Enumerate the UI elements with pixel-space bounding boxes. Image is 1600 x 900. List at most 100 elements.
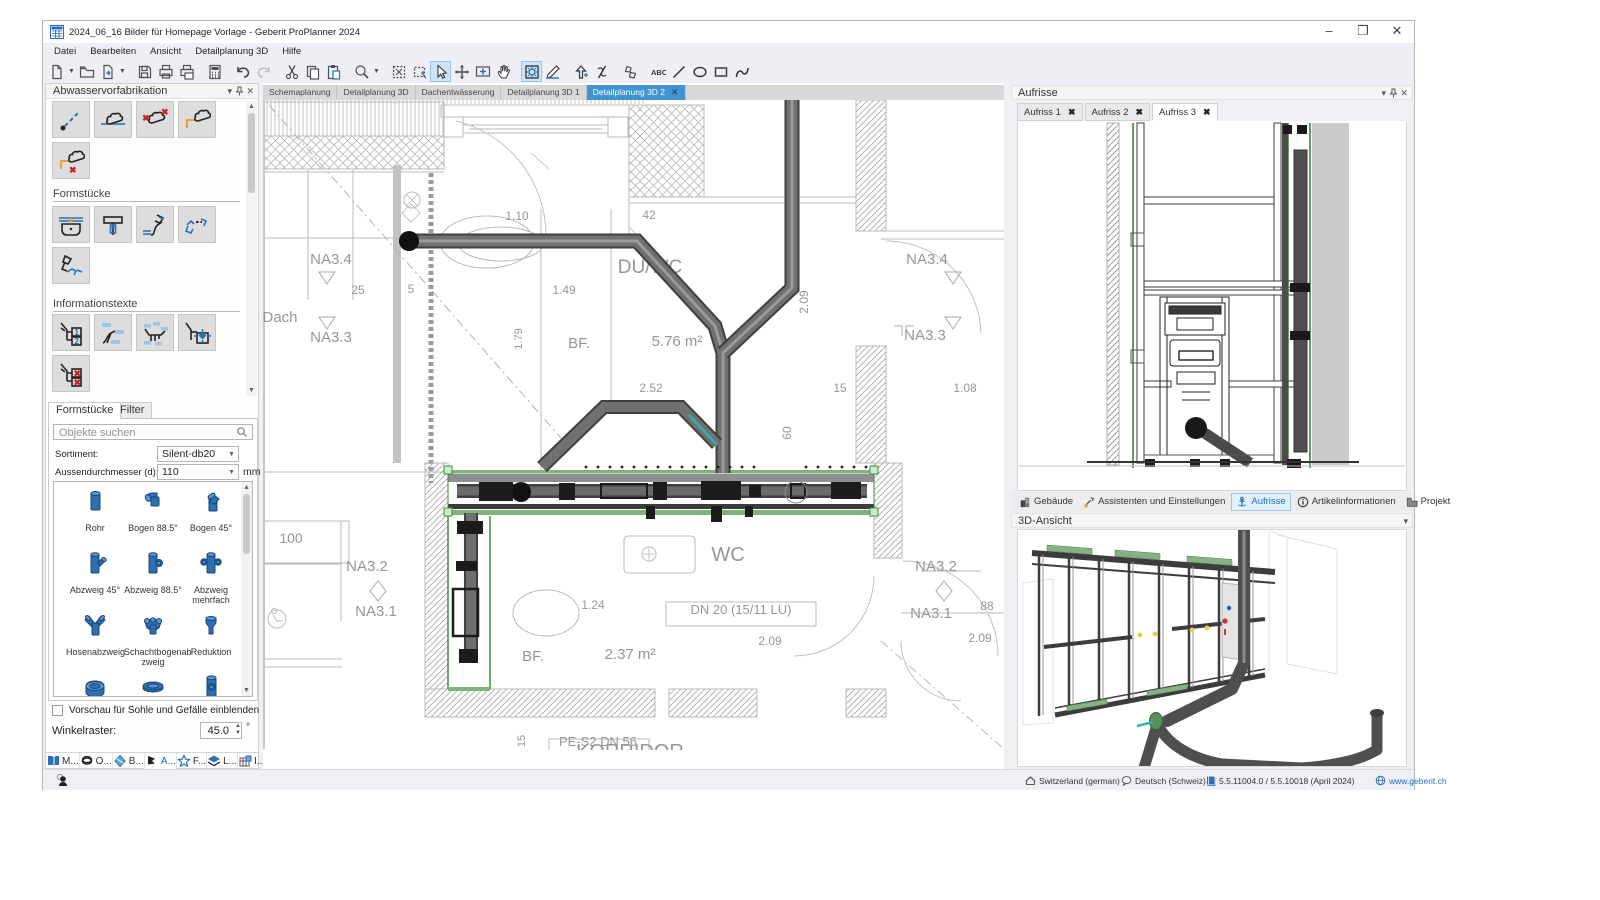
palette-tab-I[interactable]: I... [238, 753, 266, 769]
arc-button[interactable] [731, 61, 752, 82]
ellipse-button[interactable] [689, 61, 710, 82]
calculator-button[interactable] [204, 61, 225, 82]
fitting-item[interactable]: Hosenabzweig [66, 612, 124, 657]
import-dropdown-icon[interactable]: ▼ [118, 61, 127, 82]
view-tab-schemaplanung[interactable]: Schemaplanung [263, 85, 337, 100]
select-button[interactable] [430, 61, 451, 82]
view-tab-dachentw-sserung[interactable]: Dachentwässerung [416, 85, 502, 100]
menu-hilfe[interactable]: Hilfe [275, 45, 308, 58]
tab-formstuecke[interactable]: Formstücke [48, 402, 121, 419]
new-document-button[interactable] [46, 61, 67, 82]
line-button[interactable] [668, 61, 689, 82]
tool-cloudx[interactable]: ✖✖ [136, 101, 174, 138]
tool-elbows[interactable] [178, 206, 216, 243]
fitting-item[interactable]: Abzweig 88.5° [124, 550, 182, 595]
fitting-item[interactable] [182, 674, 240, 697]
copy-button[interactable] [302, 61, 323, 82]
aufrisse-close-icon[interactable]: ✕ [1400, 88, 1408, 99]
panel-tab-aufrisse[interactable]: Aufrisse [1231, 493, 1290, 511]
tools-scrollbar[interactable]: ▲▼ [246, 101, 257, 396]
cut-button[interactable] [281, 61, 302, 82]
fitting-item[interactable] [66, 674, 124, 697]
tool-cloudpipex[interactable]: ✖ [52, 142, 90, 179]
panel-tab-projekt[interactable]: Projekt [1402, 494, 1455, 510]
print-preview-button[interactable] [176, 61, 197, 82]
tool-selbow[interactable] [52, 247, 90, 284]
palette-tab-F[interactable]: F... [177, 753, 207, 769]
text-button[interactable]: ABC [647, 61, 668, 82]
restore-button[interactable]: ❐ [1346, 21, 1380, 43]
panel-tab-geb-ude[interactable]: Gebäude [1015, 494, 1077, 510]
tool-dashline[interactable] [52, 101, 90, 138]
palette-tab-L[interactable]: L... [207, 753, 238, 769]
tool-infox[interactable]: ✖✖ [52, 355, 90, 392]
fitting-item[interactable]: Schachtbogenab zweig [124, 612, 182, 667]
cancel-draw-button[interactable] [591, 61, 612, 82]
move-button[interactable] [451, 61, 472, 82]
minimize-button[interactable]: – [1312, 21, 1346, 43]
fitting-item[interactable]: Rohr [66, 488, 124, 533]
frame-settings-button[interactable] [521, 61, 542, 82]
fitting-item[interactable]: Bogen 88.5° [124, 488, 182, 533]
panel-tab-assistenten-und-einstellungen[interactable]: Assistenten und Einstellungen [1079, 494, 1229, 510]
tool-cloud[interactable] [94, 101, 132, 138]
panel-close-icon[interactable]: ✕ [246, 86, 254, 97]
tool-tpipe[interactable] [94, 206, 132, 243]
view-tab-detailplanung-3d-2[interactable]: Detailplanung 3D 2✕ [587, 85, 686, 100]
fitting-item[interactable] [124, 674, 182, 697]
palette-tab-O[interactable]: O... [80, 753, 113, 769]
pan-view-button[interactable] [472, 61, 493, 82]
floorplan-canvas[interactable]: NA3.4NA3.3DachNA3.4NA3.3DU/WCBF.5.76 m²1… [263, 100, 1004, 750]
tool-infotag[interactable] [94, 314, 132, 351]
sortiment-select[interactable]: Silent-db20▼ [157, 446, 239, 462]
list-scrollbar[interactable]: ▲▼ [241, 482, 252, 696]
aufriss-tab-aufriss-1[interactable]: Aufriss 1✖ [1017, 103, 1083, 121]
aufriss-view[interactable] [1017, 121, 1407, 491]
tool-infoarrows[interactable] [178, 314, 216, 351]
draw-edit-button[interactable] [542, 61, 563, 82]
aufriss-tab-aufriss-3[interactable]: Aufriss 3✖ [1152, 103, 1218, 121]
panel-dropdown-icon[interactable]: ▾ [227, 86, 232, 97]
print-button[interactable] [155, 61, 176, 82]
redo-button[interactable] [253, 61, 274, 82]
undo-button[interactable] [232, 61, 253, 82]
palette-tab-A[interactable]: A... [145, 753, 177, 769]
close-button[interactable]: ✕ [1380, 21, 1414, 43]
paste-button[interactable] [323, 61, 344, 82]
view3d-view[interactable] [1017, 529, 1407, 767]
palette-tab-M[interactable]: M... [46, 753, 80, 769]
status-link[interactable]: www.geberit.ch [1375, 775, 1447, 786]
tool-cloudpipe[interactable] [178, 101, 216, 138]
zoom-dropdown-icon[interactable]: ▼ [372, 61, 381, 82]
vorschau-checkbox[interactable] [52, 705, 63, 716]
import-button[interactable] [97, 61, 118, 82]
view-tab-detailplanung-3d-1[interactable]: Detailplanung 3D 1 [501, 85, 586, 100]
zoom-extents-button[interactable] [388, 61, 409, 82]
zoom-window-button[interactable] [409, 61, 430, 82]
winkelraster-spinner[interactable]: ▲▼ [235, 723, 241, 737]
aufrisse-dropdown-icon[interactable]: ▾ [1381, 88, 1386, 99]
hand-button[interactable] [493, 61, 514, 82]
aufriss-tab-aufriss-2[interactable]: Aufriss 2✖ [1085, 103, 1151, 121]
fitting-item[interactable]: Bogen 45° [182, 488, 240, 533]
fitting-item[interactable]: Abzweig 45° [66, 550, 124, 595]
menu-ansicht[interactable]: Ansicht [143, 45, 188, 58]
open-button[interactable] [76, 61, 97, 82]
menu-detailplanung-3d[interactable]: Detailplanung 3D [188, 45, 275, 58]
aussendurchmesser-select[interactable]: 110▼ [157, 464, 239, 480]
new-document-dropdown-icon[interactable]: ▼ [67, 61, 76, 82]
fitting-item[interactable]: Abzweig mehrfach [182, 550, 240, 605]
save-button[interactable] [134, 61, 155, 82]
view-tab-detailplanung-3d[interactable]: Detailplanung 3D [337, 85, 415, 100]
menu-bearbeiten[interactable]: Bearbeiten [83, 45, 143, 58]
menu-datei[interactable]: Datei [47, 45, 83, 58]
import-arrow-button[interactable] [570, 61, 591, 82]
tool-info12[interactable]: 12 [52, 314, 90, 351]
zoom-button[interactable] [351, 61, 372, 82]
tool-strap[interactable] [136, 206, 174, 243]
shapes-button[interactable] [619, 61, 640, 82]
tool-infomanifold[interactable] [136, 314, 174, 351]
palette-tab-B[interactable]: B... [113, 753, 145, 769]
aufrisse-pin-icon[interactable] [1390, 88, 1397, 100]
tool-sink[interactable] [52, 206, 90, 243]
